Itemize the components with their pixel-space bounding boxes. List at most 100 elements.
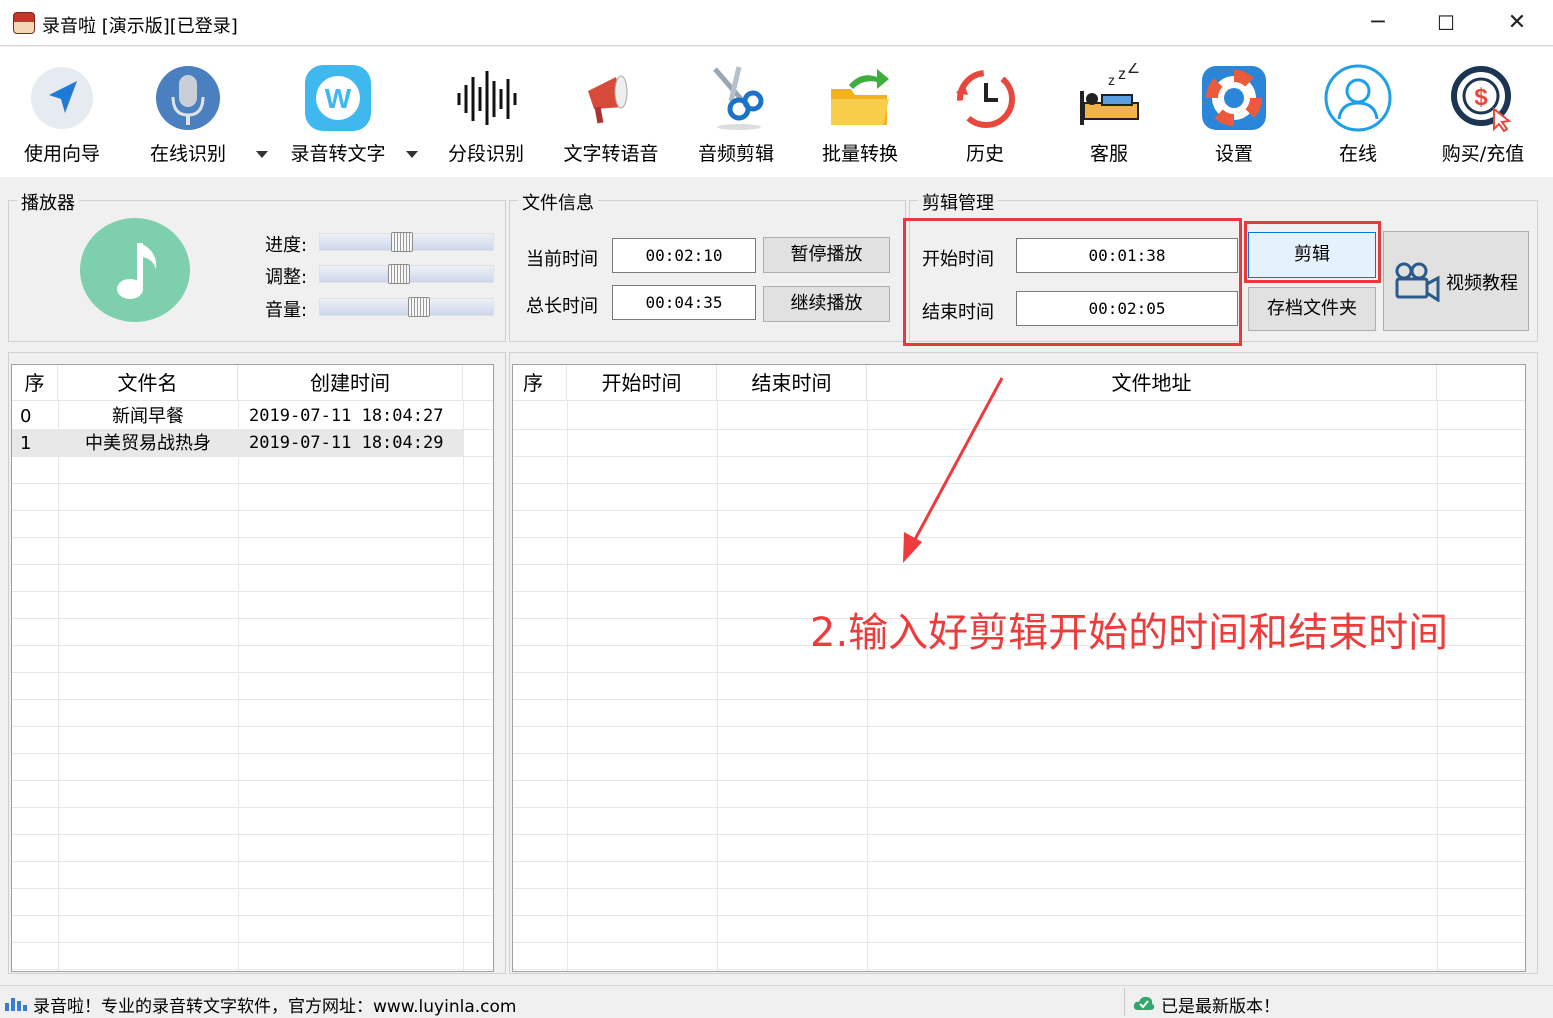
tool-label: 文字转语音 [563,143,659,165]
cloud-check-icon [1133,996,1155,1010]
status-bar: 录音啦！专业的录音转文字软件，官方网址：www.luyinla.com 已是最新… [0,985,1553,1018]
column-header-created[interactable]: 创建时间 [238,365,463,401]
status-message: 录音啦！专业的录音转文字软件，官方网址：www.luyinla.com [33,997,517,1017]
clip-list[interactable]: 序 开始时间 结束时间 文件地址 [512,364,1526,972]
row-index: 0 [20,406,32,427]
column-divider [867,401,868,971]
adjust-slider[interactable] [319,264,494,284]
tool-label: 使用向导 [23,143,100,165]
tool-segment-recognition-button[interactable]: 分段识别 [426,57,546,167]
column-divider [567,401,568,971]
svg-text:z: z [1108,72,1115,88]
dollar-icon: $ [1451,66,1512,133]
tool-label: 在线识别 [149,143,226,165]
total-time-field[interactable]: 00:04:35 [612,285,756,320]
column-header-end[interactable]: 结束时间 [717,365,867,401]
tool-label: 购买/充值 [1441,143,1525,165]
compass-arrow-icon [31,67,93,129]
column-divider [1437,401,1438,971]
progress-label: 进度: [265,235,308,256]
svg-text:W: W [325,83,352,114]
svg-text:Z: Z [1128,63,1139,77]
table-row[interactable]: 0 新闻早餐 2019-07-11 18:04:27 [12,403,463,430]
adjust-slider-thumb[interactable] [388,264,410,284]
app-logo-icon [13,12,35,34]
close-button[interactable]: ✕ [1482,0,1552,46]
progress-slider-thumb[interactable] [391,232,413,252]
group-title: 播放器 [17,189,79,215]
maximize-button[interactable]: ☐ [1411,0,1481,46]
volume-slider[interactable] [319,297,494,317]
column-divider [238,401,239,971]
history-clock-icon [956,70,1015,128]
video-tutorial-button[interactable]: 视频教程 [1383,231,1529,331]
annotation-text: 2.输入好剪辑开始的时间和结束时间 [810,610,1449,656]
volume-slider-thumb[interactable] [408,297,430,317]
highlight-box-cut-button [1244,221,1381,283]
tool-label: 历史 [965,143,1004,165]
column-divider [58,401,59,971]
player-group: 播放器 进度: 调整: 音量: [8,189,506,342]
chevron-down-icon[interactable] [256,151,268,158]
file-list-header: 序 文件名 创建时间 [12,365,493,401]
window-title: 录音啦 [演示版][已登录] [42,16,238,37]
tool-purchase-button[interactable]: $ 购买/充值 [1423,57,1543,167]
tool-text-to-speech-button[interactable]: 文字转语音 [551,57,671,167]
title-bar: 录音啦 [演示版][已登录] ─ ☐ ✕ [0,0,1553,46]
tool-label: 客服 [1089,143,1128,165]
volume-label: 音量: [265,300,308,321]
file-info-group: 文件信息 当前时间 总长时间 00:02:10 00:04:35 暂停播放 继续… [509,189,906,342]
microphone-icon [156,66,220,130]
archive-folder-button[interactable]: 存档文件夹 [1248,287,1376,331]
status-divider [1124,988,1125,1016]
group-title: 文件信息 [518,189,598,215]
tool-label: 音频剪辑 [697,143,774,165]
user-circle-icon [1324,64,1392,132]
w-badge-icon: W [305,65,371,131]
row-created: 2019-07-11 18:04:29 [249,433,444,453]
tool-batch-convert-button[interactable]: 批量转换 [800,57,920,167]
megaphone-icon [588,75,628,124]
tool-audio-clip-button[interactable]: 音频剪辑 [676,57,796,167]
current-time-field[interactable]: 00:02:10 [612,238,756,273]
progress-slider[interactable] [319,232,494,252]
tool-support-button[interactable]: z z Z 客服 [1049,57,1169,167]
file-list[interactable]: 序 文件名 创建时间 0 新闻早餐 2019-07-11 18:04:27 1 … [11,364,494,972]
tool-guide-button[interactable]: 使用向导 [2,57,122,167]
music-note-icon [80,218,190,322]
signal-bars-icon [5,998,27,1011]
sleeping-bed-icon: z z Z [1080,63,1139,125]
column-header-start[interactable]: 开始时间 [567,365,717,401]
tool-audio-to-text-button[interactable]: W 录音转文字 [278,57,398,167]
tool-history-button[interactable]: 历史 [925,57,1045,167]
folder-icon [831,69,889,125]
waveform-icon [457,71,517,125]
row-filename: 新闻早餐 [112,406,184,427]
tool-online-recognition-button[interactable]: 在线识别 [128,57,248,167]
toolbar: 使用向导 在线识别 W 录音转文字 分段识别 文字转语音 音频剪辑 批量转换 历… [0,47,1553,177]
total-time-label: 总长时间 [526,296,598,317]
chevron-down-icon[interactable] [406,151,418,158]
column-header-index[interactable]: 序 [12,365,58,401]
tool-label: 录音转文字 [290,143,386,165]
current-time-label: 当前时间 [526,249,598,270]
pause-playback-button[interactable]: 暂停播放 [763,237,890,273]
tool-settings-button[interactable]: 设置 [1174,57,1294,167]
table-row[interactable]: 1 中美贸易战热身 2019-07-11 18:04:29 [12,430,463,457]
column-divider [463,401,464,971]
scissors-icon [713,66,764,130]
column-header-index[interactable]: 序 [513,365,567,401]
resume-playback-button[interactable]: 继续播放 [763,286,890,322]
column-divider [717,401,718,971]
group-title: 剪辑管理 [918,189,998,215]
highlight-box-time-inputs [903,218,1242,346]
tool-online-button[interactable]: 在线 [1298,57,1418,167]
column-header-path[interactable]: 文件地址 [867,365,1437,401]
video-tutorial-label: 视频教程 [1446,273,1518,294]
minimize-button[interactable]: ─ [1343,0,1413,46]
video-camera-icon [1395,262,1440,302]
tool-label: 分段识别 [447,143,524,165]
column-header-filename[interactable]: 文件名 [58,365,238,401]
svg-text:$: $ [1474,84,1488,111]
lifebuoy-icon [1202,66,1266,130]
